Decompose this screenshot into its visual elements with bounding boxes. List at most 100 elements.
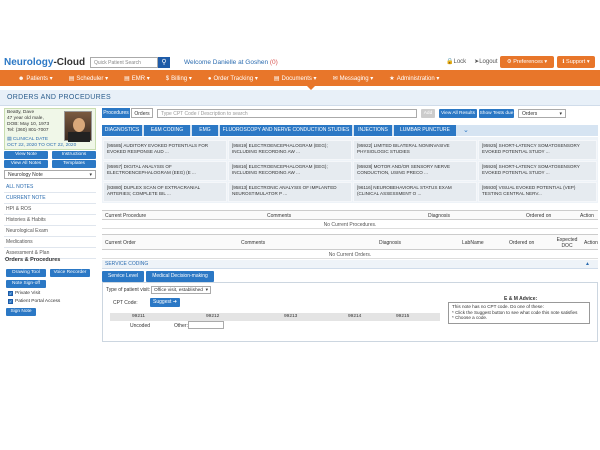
visit-type-label: Type of patient visit: [106,287,151,293]
nav-order-tracking[interactable]: ● Order Tracking ▾ [200,75,266,82]
col-action: Action [580,213,594,219]
app-logo[interactable]: Neurology-Cloud [4,57,85,68]
orders-procedures-heading: Orders & Procedures [5,257,61,263]
voice-recorder-button[interactable]: Voice Recorder [50,269,90,277]
code-option[interactable]: 99212 [206,313,219,321]
uncoded-option[interactable]: Uncoded [130,323,150,329]
procedure-item[interactable]: [95928] MOTOR AND/OR SENSORY NERVE CONDU… [353,161,477,181]
message-count[interactable]: (0) [270,59,278,66]
col-expected-doc: Expected DOC [556,237,578,249]
cat-emg[interactable]: EMG [192,125,218,136]
view-all-results-button[interactable]: View All Results [439,109,477,118]
logout-link[interactable]: ➤Logout [474,58,497,65]
logo-text-b: -Cloud [53,57,86,68]
procedure-item[interactable]: [95930] VISUAL EVOKED POTENTIAL (VEP) TE… [478,182,597,202]
users-icon: ☻ [18,75,25,82]
cat-fluoroscopy[interactable]: FLUOROSCOPY AND NERVE CONDUCTION STUDIES [220,125,352,136]
side-item-current-note[interactable]: CURRENT NOTE [4,193,96,204]
code-option[interactable]: 99215 [396,313,409,321]
drawing-tool-button[interactable]: Drawing Tool [6,269,46,277]
nav-emr[interactable]: ▤ EMR ▾ [116,75,158,82]
procedure-item[interactable]: [95925] SHORT-LATENCY SOMATOSENSORY EVOK… [478,140,597,160]
sign-note-button[interactable]: Sign Note [6,308,36,316]
cpt-search-input[interactable]: Type CPT Code / Description to search [157,109,417,118]
tab-orders[interactable]: Orders [131,108,153,118]
note-sections: ALL NOTES CURRENT NOTE HPI & ROS Histori… [4,182,96,259]
search-icon: ⚲ [161,59,167,66]
code-option[interactable]: 99213 [284,313,297,321]
nav-scheduler[interactable]: ▤ Scheduler ▾ [61,75,116,82]
other-code-input[interactable] [188,321,224,329]
code-option[interactable]: 99211 [132,313,145,321]
visit-type-select[interactable]: Office visit, established ▾ [151,286,211,294]
tab-medical-decision-making[interactable]: Medical Decision-making [146,271,214,282]
cat-lumbar-puncture[interactable]: LUMBAR PUNCTURE [394,125,456,136]
nav-messaging[interactable]: ✉ Messaging ▾ [325,75,382,82]
view-note-button[interactable]: View Note [4,151,48,159]
col-ordered-on: Ordered on [526,213,552,219]
cat-diagnostics[interactable]: DIAGNOSTICS [102,125,142,136]
calendar-icon: ▤ [68,75,75,82]
other-label: Other: [174,323,188,329]
side-item-neuro-exam[interactable]: Neurological Exam [4,226,96,237]
code-option[interactable]: 99214 [348,313,361,321]
side-item-medications[interactable]: Medications [4,237,96,248]
clinical-date-range: OCT 22, 2020 TO OCT 22, 2020 [7,143,77,148]
templates-button[interactable]: Templates [52,160,96,168]
no-orders-message: No Current Orders. [102,251,598,259]
instructions-button[interactable]: Instructions [52,151,96,159]
col-comments: Comments [241,240,266,246]
nav-documents[interactable]: ▤ Documents ▾ [266,75,325,82]
dollar-icon: $ [165,75,170,82]
collapse-icon[interactable]: ▲ [585,260,590,269]
procedure-item[interactable]: [95926] SHORT-LATENCY SOMATOSENSORY EVOK… [478,161,597,181]
pin-icon: ● [207,75,212,82]
check-icon: ✓ [8,291,13,296]
tab-procedures[interactable]: Procedures [102,108,130,118]
patient-portal-checkbox[interactable]: ✓ Patient Portal Access [8,299,60,304]
admin-icon: ★ [389,75,395,82]
service-coding-header[interactable]: SERVICE CODING ▲ [102,260,598,269]
show-tests-due-button[interactable]: Show Tests due [479,109,514,118]
procedure-item[interactable]: [95819] ELECTROENCEPHALOGRAM (EEG); INCL… [228,140,352,160]
procedure-item[interactable]: [95813] ELECTRONIC ANALYSIS OF IMPLANTED… [228,182,352,202]
cat-injections[interactable]: INJECTIONS [354,125,392,136]
lock-link[interactable]: 🔒Lock [446,58,466,65]
chevron-down-icon[interactable]: ⌄ [463,126,469,134]
private-visit-checkbox[interactable]: ✓ Private Visit [8,291,40,296]
side-item-all-notes[interactable]: ALL NOTES [4,182,96,193]
current-procedure-header: Current Procedure Comments Diagnosis Ord… [102,210,598,220]
procedure-item[interactable]: [95922] LIMITED BILATERAL NONINVASIVE PH… [353,140,477,160]
support-button[interactable]: ℹ Support ▾ [557,56,595,68]
procedure-item[interactable]: [96116] NEUROBEHAVIORAL STATUS EXAM (CLI… [353,182,477,202]
document-icon: ▤ [273,75,280,82]
record-icon: ▤ [124,75,130,82]
procedure-item[interactable]: [95957] DIGITAL ANALYSIS OF ELECTROENCEP… [103,161,227,181]
cat-em-coding[interactable]: E&M CODING [144,125,190,136]
cpt-code-label: CPT Code: [113,300,138,306]
tab-service-level[interactable]: Service Level [102,271,144,282]
nav-administration[interactable]: ★ Administration ▾ [381,75,447,82]
side-item-hpi-ros[interactable]: HPI & ROS [4,204,96,215]
col-ordered-on: Ordered on [509,240,535,246]
logo-text-a: Neurology [4,57,54,68]
nav-patients[interactable]: ☻ Patients ▾ [10,75,61,82]
col-diagnosis: Diagnosis [428,213,450,219]
nav-billing[interactable]: $ Billing ▾ [158,75,200,82]
quick-patient-search-input[interactable]: Quick Patient Search [90,57,158,68]
suggest-button[interactable]: Suggest ➜ [150,298,180,307]
no-procedures-message: No Current Procedures. [102,221,598,229]
orders-select[interactable]: Orders ▾ [518,109,566,118]
note-type-select[interactable]: Neurology Note ▾ [4,170,96,179]
side-item-histories[interactable]: Histories & Habits [4,215,96,226]
add-button[interactable]: Add [421,109,435,118]
search-button[interactable]: ⚲ [158,57,170,68]
view-all-notes-button[interactable]: View All Notes [4,160,48,168]
note-signoff-button[interactable]: Note Sign-off [6,280,46,288]
preferences-button[interactable]: ⚙ Preferences ▾ [500,56,554,68]
procedure-item[interactable]: [93880] DUPLEX SCAN OF EXTRACRANIAL ARTE… [103,182,227,202]
col-diagnosis: Diagnosis [379,240,401,246]
procedure-item[interactable]: [95585] AUDITORY EVOKED POTENTIALS FOR E… [103,140,227,160]
procedure-item[interactable]: [95816] ELECTROENCEPHALOGRAM (EEG); INCL… [228,161,352,181]
col-action: Action [584,240,598,246]
